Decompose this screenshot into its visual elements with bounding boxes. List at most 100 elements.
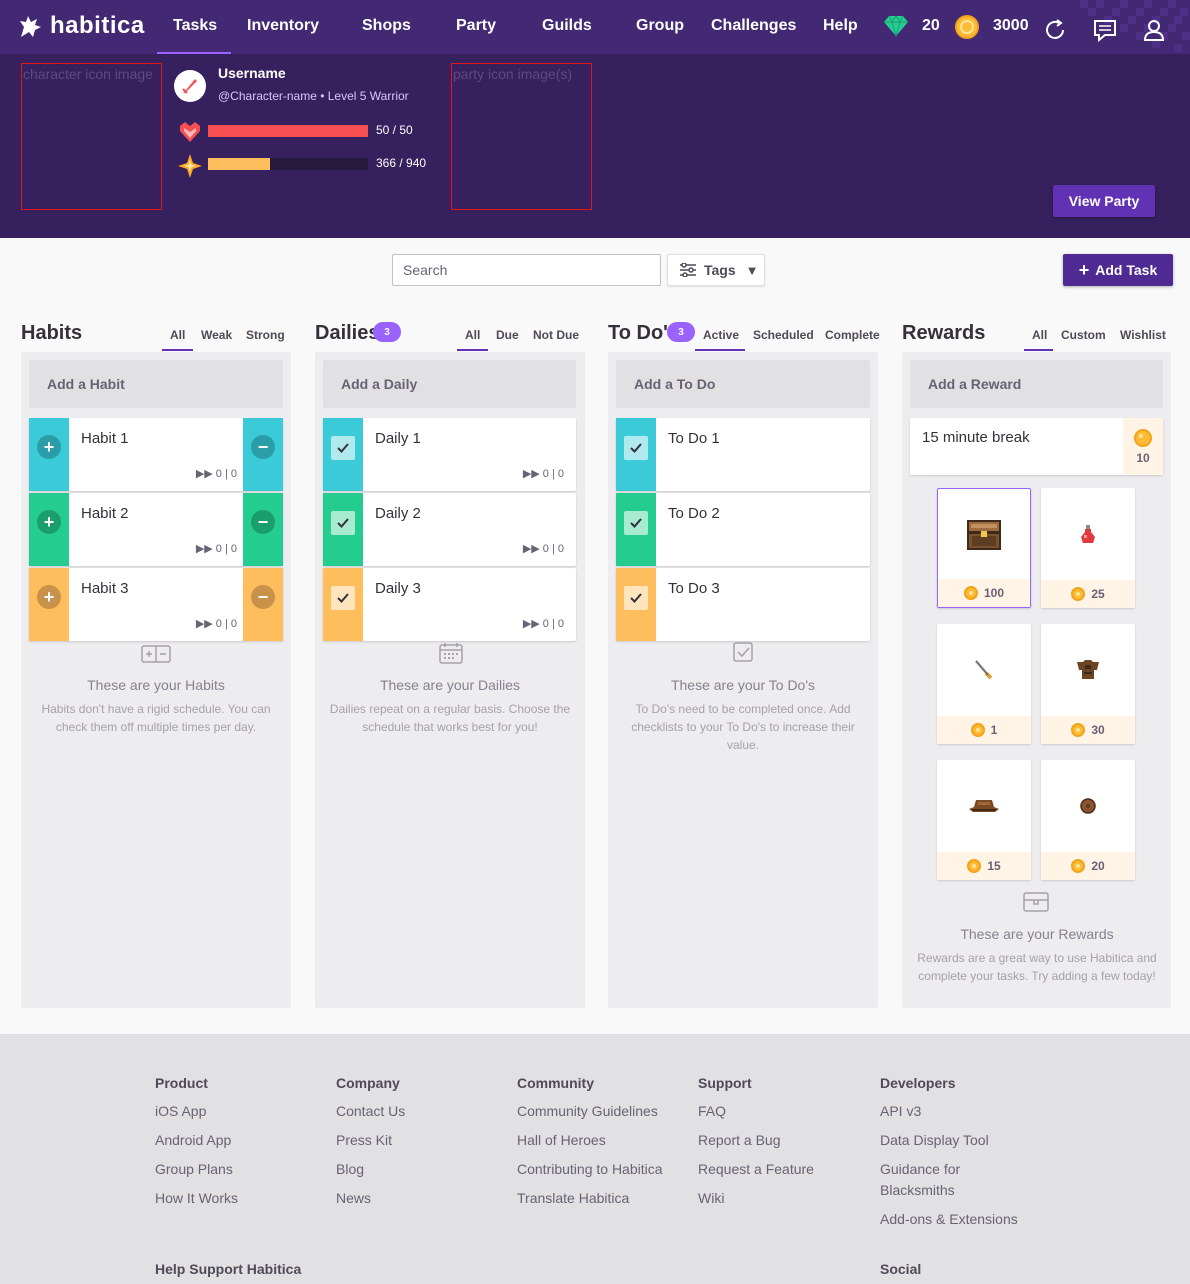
footer-link[interactable]: Group Plans <box>155 1159 233 1180</box>
gem-icon[interactable] <box>884 15 908 37</box>
tags-dropdown[interactable]: Tags ▼ <box>667 254 765 286</box>
todo-name[interactable]: To Do 3 <box>668 580 720 597</box>
warrior-class-icon <box>174 70 206 102</box>
todos-filter-complete[interactable]: Complete <box>825 328 880 342</box>
footer-link[interactable]: API v3 <box>880 1101 921 1122</box>
shop-item-price: 100 <box>938 579 1030 607</box>
habit-plus-area[interactable]: + <box>29 493 69 566</box>
daily-name[interactable]: Daily 1 <box>375 430 421 447</box>
checkbox[interactable] <box>331 586 355 610</box>
rewards-filter-wishlist[interactable]: Wishlist <box>1120 328 1166 342</box>
add-daily-input[interactable]: Add a Daily <box>323 360 576 408</box>
add-task-button[interactable]: + Add Task <box>1063 254 1173 286</box>
shop-item[interactable]: 20 <box>1041 760 1135 880</box>
shop-item[interactable]: 1 <box>937 624 1031 744</box>
footer-link[interactable]: Contributing to Habitica <box>517 1159 663 1180</box>
footer-link[interactable]: Contact Us <box>336 1101 405 1122</box>
habit-plus-area[interactable]: + <box>29 418 69 491</box>
shop-item[interactable]: 25 <box>1041 488 1135 608</box>
habit-plus-area[interactable]: + <box>29 568 69 641</box>
habit-name[interactable]: Habit 3 <box>81 580 129 597</box>
footer-link[interactable]: Data Display Tool <box>880 1130 989 1151</box>
footer-link[interactable]: Guidance for Blacksmiths <box>880 1159 980 1201</box>
daily-check-area <box>323 568 363 641</box>
daily-name[interactable]: Daily 2 <box>375 505 421 522</box>
habitica-logo[interactable]: habitica <box>18 12 145 40</box>
nav-guilds[interactable]: Guilds <box>542 17 592 35</box>
todo-name[interactable]: To Do 1 <box>668 430 720 447</box>
nav-group[interactable]: Group <box>636 17 684 35</box>
dailies-filter-due[interactable]: Due <box>496 328 519 342</box>
nav-inventory[interactable]: Inventory <box>247 17 319 35</box>
footer-link[interactable]: Hall of Heroes <box>517 1130 606 1151</box>
checkbox[interactable] <box>331 436 355 460</box>
user-menu-icon[interactable] <box>1142 18 1166 42</box>
plus-icon[interactable]: + <box>37 510 61 534</box>
add-todo-input[interactable]: Add a To Do <box>616 360 870 408</box>
footer-link[interactable]: Translate Habitica <box>517 1188 629 1209</box>
plus-icon[interactable]: + <box>37 435 61 459</box>
minus-icon[interactable]: − <box>251 510 275 534</box>
notifications-icon[interactable] <box>1093 18 1117 42</box>
habits-filter-strong[interactable]: Strong <box>246 328 285 342</box>
footer-link[interactable]: Report a Bug <box>698 1130 781 1151</box>
footer-link[interactable]: Community Guidelines <box>517 1101 658 1122</box>
username: Username <box>218 65 286 81</box>
nav-help[interactable]: Help <box>823 17 858 35</box>
habits-filter-all[interactable]: All <box>170 328 185 342</box>
party-avatar-placeholder: party icon image(s) <box>451 63 592 210</box>
sync-icon[interactable] <box>1043 18 1067 42</box>
plus-icon[interactable]: + <box>37 585 61 609</box>
daily-name[interactable]: Daily 3 <box>375 580 421 597</box>
todo-name[interactable]: To Do 2 <box>668 505 720 522</box>
footer-link[interactable]: Request a Feature <box>698 1159 814 1180</box>
nav-challenges[interactable]: Challenges <box>711 17 796 35</box>
dailies-filter-not-due[interactable]: Not Due <box>533 328 579 342</box>
shop-item[interactable]: 30 <box>1041 624 1135 744</box>
footer-link[interactable]: How It Works <box>155 1188 238 1209</box>
gem-count: 20 <box>922 17 940 34</box>
nav-shops[interactable]: Shops <box>362 17 411 35</box>
footer-link[interactable]: Press Kit <box>336 1130 392 1151</box>
daily-card: Daily 3 ▶▶ 0 | 0 <box>323 568 576 641</box>
dailies-filter-all[interactable]: All <box>465 328 480 342</box>
minus-icon[interactable]: − <box>251 435 275 459</box>
reward-price[interactable]: 10 <box>1123 418 1163 475</box>
footer-link[interactable]: FAQ <box>698 1101 726 1122</box>
todo-card: To Do 2 <box>616 493 870 566</box>
nav-tasks[interactable]: Tasks <box>173 17 217 35</box>
footer-link[interactable]: Wiki <box>698 1188 724 1209</box>
shop-item[interactable]: 100 <box>937 488 1031 608</box>
footer-link[interactable]: iOS App <box>155 1101 206 1122</box>
search-input[interactable] <box>392 254 661 286</box>
habit-name[interactable]: Habit 2 <box>81 505 129 522</box>
checkbox[interactable] <box>624 436 648 460</box>
habit-minus-area[interactable]: − <box>243 493 283 566</box>
rewards-filter-all[interactable]: All <box>1032 328 1047 342</box>
footer-link[interactable]: News <box>336 1188 371 1209</box>
rewards-filter-custom[interactable]: Custom <box>1061 328 1106 342</box>
add-reward-input[interactable]: Add a Reward <box>910 360 1163 408</box>
checkbox[interactable] <box>331 511 355 535</box>
add-task-label: Add Task <box>1095 262 1158 278</box>
todos-filter-active[interactable]: Active <box>703 328 739 342</box>
nav-party[interactable]: Party <box>456 17 496 35</box>
minus-icon[interactable]: − <box>251 585 275 609</box>
shop-item[interactable]: 15 <box>937 760 1031 880</box>
habits-empty-title: These are your Habits <box>87 677 225 693</box>
footer-link[interactable]: Add-ons & Extensions <box>880 1209 1018 1230</box>
habits-title: Habits <box>21 322 83 344</box>
habit-name[interactable]: Habit 1 <box>81 430 129 447</box>
gold-coin-icon <box>1071 587 1086 601</box>
todos-filter-scheduled[interactable]: Scheduled <box>753 328 814 342</box>
custom-reward-card[interactable]: 15 minute break 10 <box>910 418 1163 475</box>
view-party-button[interactable]: View Party <box>1053 185 1155 217</box>
footer-link[interactable]: Blog <box>336 1159 364 1180</box>
habit-minus-area[interactable]: − <box>243 568 283 641</box>
checkbox[interactable] <box>624 586 648 610</box>
checkbox[interactable] <box>624 511 648 535</box>
habit-minus-area[interactable]: − <box>243 418 283 491</box>
add-habit-input[interactable]: Add a Habit <box>29 360 283 408</box>
habits-filter-weak[interactable]: Weak <box>201 328 232 342</box>
footer-link[interactable]: Android App <box>155 1130 231 1151</box>
